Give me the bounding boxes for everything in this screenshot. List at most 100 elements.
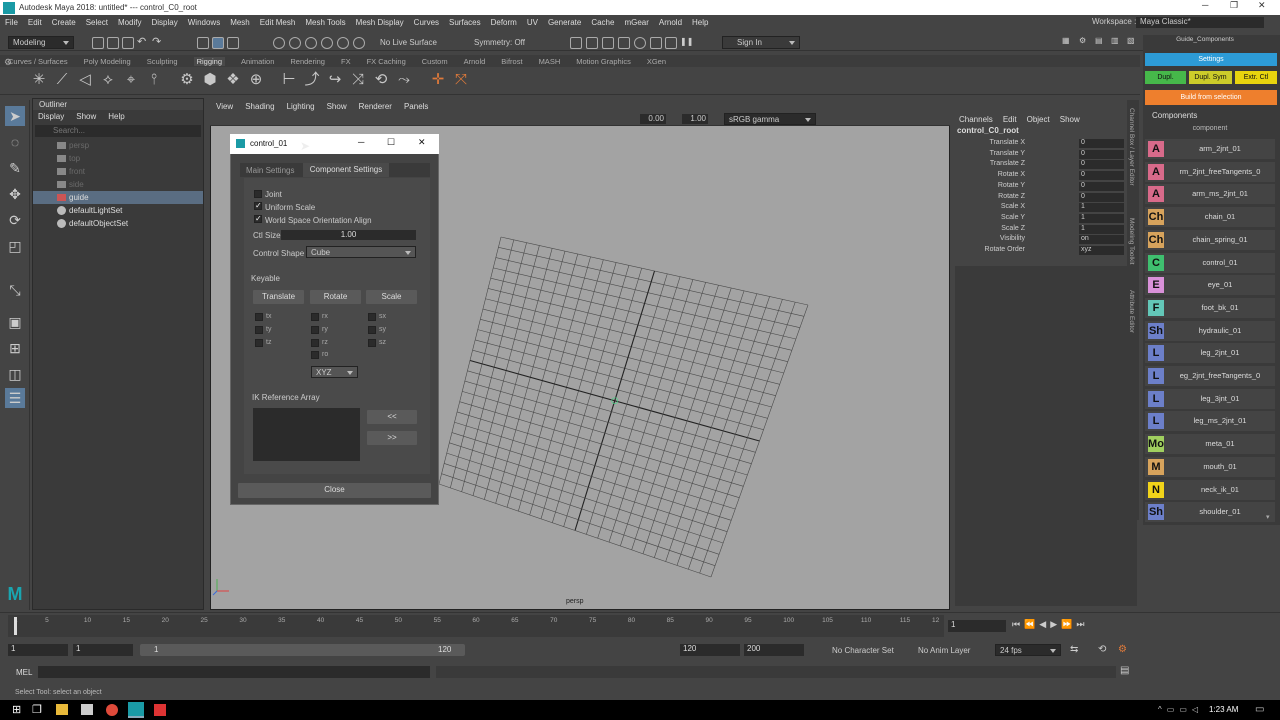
- arnold-render-icon[interactable]: [634, 37, 646, 49]
- select-component-icon[interactable]: [227, 37, 239, 49]
- select-object-icon[interactable]: [212, 37, 224, 49]
- component-item[interactable]: Lleg_2jnt_01: [1145, 343, 1275, 364]
- menu-surfaces[interactable]: Surfaces: [449, 18, 481, 27]
- open-scene-icon[interactable]: [107, 37, 119, 49]
- snap-point-icon[interactable]: [305, 37, 317, 49]
- settings-gear-icon[interactable]: ⚙: [1079, 36, 1091, 48]
- minimize-icon[interactable]: ─: [1202, 0, 1208, 10]
- shelf-tab-sculpting[interactable]: Sculpting: [147, 57, 178, 66]
- hypershade-icon[interactable]: [618, 37, 630, 49]
- channel-value[interactable]: 1: [1079, 213, 1124, 223]
- script-editor-icon[interactable]: ▤: [1120, 665, 1129, 676]
- keyable-rx-checkbox[interactable]: [311, 313, 319, 321]
- channel-value[interactable]: 0: [1079, 171, 1124, 181]
- channel-value[interactable]: 0: [1079, 192, 1124, 202]
- channel-row[interactable]: Scale Y 1: [955, 213, 1135, 224]
- file-explorer-icon[interactable]: [56, 704, 68, 715]
- layout-icon[interactable]: ▦: [1062, 36, 1074, 48]
- viewport-menu-lighting[interactable]: Lighting: [287, 102, 315, 111]
- scale-constraint-icon[interactable]: ⤨: [349, 71, 367, 89]
- viewport-menu-show[interactable]: Show: [327, 102, 347, 111]
- close-icon[interactable]: ✕: [1258, 0, 1266, 11]
- component-item[interactable]: Sh hydraulic_01: [1145, 320, 1275, 341]
- channel-row[interactable]: Scale X 1: [955, 203, 1135, 213]
- channel-value[interactable]: 1: [1079, 224, 1124, 234]
- mirror-joint-icon[interactable]: ◁: [76, 71, 94, 89]
- anim-start-field[interactable]: 1: [8, 644, 68, 656]
- anim-prefs-icon[interactable]: ⚙: [1118, 644, 1127, 655]
- undo-icon[interactable]: ↶: [137, 35, 149, 48]
- component-item[interactable]: Lleg_3jnt_01: [1145, 388, 1275, 409]
- component-item[interactable]: Ch chain_spring_01: [1145, 229, 1275, 250]
- interactive-bind-icon[interactable]: ⬢: [201, 71, 219, 89]
- dialog-minimize-icon[interactable]: ─: [358, 137, 364, 147]
- lasso-tool-icon[interactable]: ◌: [5, 132, 25, 152]
- playback-controls-icon[interactable]: ⏮⏪◀▶⏩⏭: [1012, 619, 1088, 630]
- render-icon[interactable]: [570, 37, 582, 49]
- shelf-tab-bifrost[interactable]: Bifrost: [501, 57, 522, 66]
- translate-button[interactable]: Translate: [253, 290, 304, 304]
- add-reference-button[interactable]: <<: [367, 410, 417, 424]
- component-item[interactable]: Sh shoulder_01: [1145, 502, 1275, 523]
- render-view-icon[interactable]: [650, 37, 662, 49]
- shelf-tab-motion-graphics[interactable]: Motion Graphics: [576, 57, 631, 66]
- ipr-render-icon[interactable]: [586, 37, 598, 49]
- channel-value[interactable]: 1: [1079, 203, 1124, 213]
- aim-constraint-icon[interactable]: ⤴: [303, 71, 321, 89]
- menu-file[interactable]: File: [5, 18, 18, 27]
- shelf-tab-rigging[interactable]: Rigging: [193, 56, 226, 66]
- close-button[interactable]: Close: [238, 483, 431, 498]
- channel-row[interactable]: Rotate Y 0: [955, 181, 1135, 192]
- channel-row[interactable]: Scale Z 1: [955, 224, 1135, 235]
- shelf-tab-fx-caching[interactable]: FX Caching: [367, 57, 406, 66]
- current-frame-field[interactable]: 1: [948, 620, 1006, 632]
- menu-arnold[interactable]: Arnold: [659, 18, 682, 27]
- menu-create[interactable]: Create: [52, 18, 76, 27]
- recorder-icon[interactable]: [154, 704, 166, 716]
- keyable-sx-checkbox[interactable]: [368, 313, 376, 321]
- workspace-dropdown[interactable]: Maya Classic*: [1136, 17, 1264, 28]
- shelf-tab-arnold[interactable]: Arnold: [464, 57, 486, 66]
- notifications-icon[interactable]: ▭: [1255, 704, 1264, 715]
- ctl-size-field[interactable]: 1.00: [281, 230, 416, 240]
- lattice-icon[interactable]: ⊕: [247, 71, 265, 89]
- channel-row[interactable]: Rotate X 0: [955, 171, 1135, 181]
- shelf-tab-fx[interactable]: FX: [341, 57, 351, 66]
- shelf-settings-icon[interactable]: ⚙: [4, 57, 12, 68]
- keyable-rz-checkbox[interactable]: [311, 338, 319, 347]
- save-scene-icon[interactable]: [122, 37, 134, 49]
- exposure-field[interactable]: 0.00: [640, 114, 666, 124]
- shelf-tab-curves-surfaces[interactable]: Curves / Surfaces: [8, 57, 68, 66]
- side-tab[interactable]: Modeling Toolkit: [1128, 218, 1135, 282]
- channel-value[interactable]: 0: [1079, 160, 1124, 170]
- menu-mesh-tools[interactable]: Mesh Tools: [305, 18, 345, 27]
- chrome-icon[interactable]: [106, 704, 118, 716]
- component-item[interactable]: Nneck_ik_01: [1145, 479, 1275, 500]
- colorspace-dropdown[interactable]: sRGB gamma: [724, 113, 816, 125]
- panel-layout-icon[interactable]: ▤: [1095, 36, 1107, 48]
- windows-start-icon[interactable]: ⊞: [12, 703, 21, 716]
- range-slider[interactable]: 1 120: [140, 644, 465, 656]
- menu-modify[interactable]: Modify: [118, 18, 142, 27]
- component-item[interactable]: Mmouth_01: [1145, 456, 1275, 477]
- keyable-tz-checkbox[interactable]: [255, 338, 263, 347]
- outliner-layout-icon[interactable]: ☰: [5, 388, 25, 408]
- outliner-item[interactable]: guide: [33, 191, 203, 204]
- component-item[interactable]: Ccontrol_01: [1145, 252, 1275, 273]
- paint-weights-icon[interactable]: ❖: [224, 71, 242, 89]
- paint-select-icon[interactable]: ✎: [5, 158, 25, 178]
- render-settings-icon[interactable]: [602, 37, 614, 49]
- outliner-item[interactable]: top: [33, 152, 203, 165]
- restore-icon[interactable]: ❐: [1230, 0, 1238, 11]
- menu-deform[interactable]: Deform: [491, 18, 517, 27]
- menu-help[interactable]: Help: [692, 18, 708, 27]
- snap-surface-icon[interactable]: [337, 37, 349, 49]
- scale-button[interactable]: Scale: [366, 290, 417, 304]
- auto-key-icon[interactable]: ⟲: [1098, 644, 1106, 655]
- side-tab[interactable]: Channel Box / Layer Editor: [1128, 108, 1135, 218]
- anim-layer-dropdown[interactable]: No Anim Layer: [918, 646, 970, 655]
- menu-mgear[interactable]: mGear: [624, 18, 648, 27]
- channel-row[interactable]: Translate Y 0: [955, 149, 1135, 160]
- gamma-field[interactable]: 1.00: [682, 114, 708, 124]
- sign-in-dropdown[interactable]: Sign In: [722, 36, 800, 49]
